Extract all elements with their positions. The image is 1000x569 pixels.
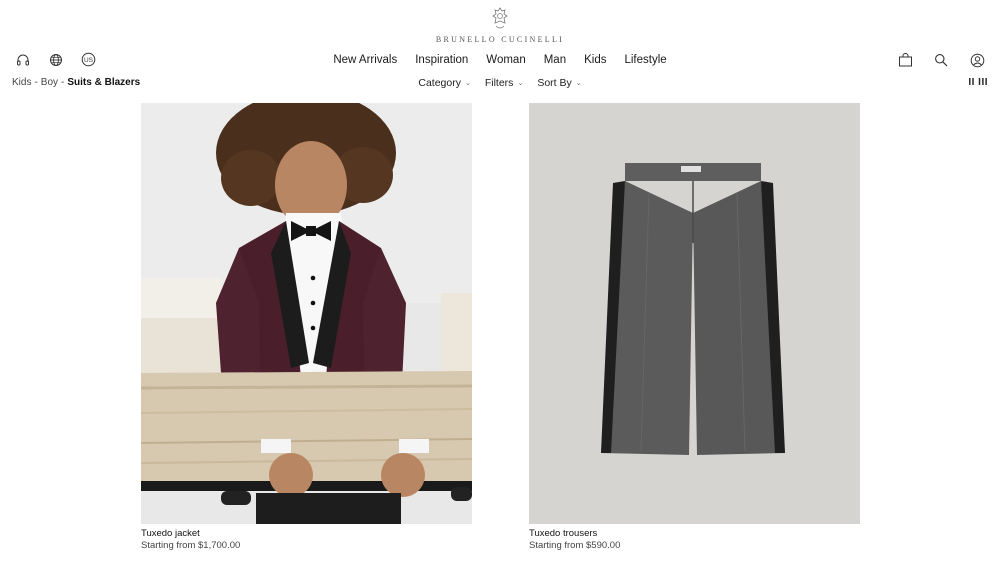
product-card[interactable]: Tuxedo jacket Starting from $1,700.00: [141, 103, 472, 552]
nav-new-arrivals[interactable]: New Arrivals: [333, 54, 397, 66]
product-image-tuxedo-jacket[interactable]: [141, 103, 472, 524]
sort-by-label: Sort By: [537, 77, 572, 89]
brand-logo[interactable]: BRUNELLO CUCINELLI: [0, 6, 1000, 45]
product-name[interactable]: Tuxedo jacket: [141, 528, 472, 540]
product-name[interactable]: Tuxedo trousers: [529, 528, 860, 540]
nav-woman[interactable]: Woman: [486, 54, 525, 66]
account-icons: [897, 52, 985, 68]
product-image-tuxedo-trousers[interactable]: [529, 103, 860, 524]
product-card[interactable]: Tuxedo trousers Starting from $590.00: [529, 103, 860, 552]
filters-label: Filters: [484, 77, 514, 89]
filter-bar: Category ⌄ Filters ⌄ Sort By ⌄: [0, 77, 1000, 89]
crest-icon: [492, 7, 508, 29]
sort-by-dropdown[interactable]: Sort By ⌄: [537, 77, 581, 89]
main-nav: New Arrivals Inspiration Woman Man Kids …: [0, 54, 1000, 66]
brand-wordmark: BRUNELLO CUCINELLI: [435, 35, 565, 44]
category-label: Category: [418, 77, 461, 89]
filters-dropdown[interactable]: Filters ⌄: [485, 77, 523, 89]
search-icon[interactable]: [933, 52, 949, 68]
product-price: Starting from $1,700.00: [141, 540, 241, 551]
nav-inspiration[interactable]: Inspiration: [415, 54, 468, 66]
shopping-bag-icon[interactable]: [897, 52, 913, 68]
account-icon[interactable]: [969, 52, 985, 68]
product-price: Starting from $590.00: [529, 540, 621, 551]
chevron-down-icon: ⌄: [575, 80, 582, 87]
nav-lifestyle[interactable]: Lifestyle: [624, 54, 666, 66]
nav-kids[interactable]: Kids: [584, 54, 606, 66]
nav-man[interactable]: Man: [544, 54, 566, 66]
grid-view-toggle[interactable]: II III: [968, 77, 988, 88]
chevron-down-icon: ⌄: [464, 80, 471, 87]
category-dropdown[interactable]: Category ⌄: [418, 77, 470, 89]
chevron-down-icon: ⌄: [517, 80, 524, 87]
